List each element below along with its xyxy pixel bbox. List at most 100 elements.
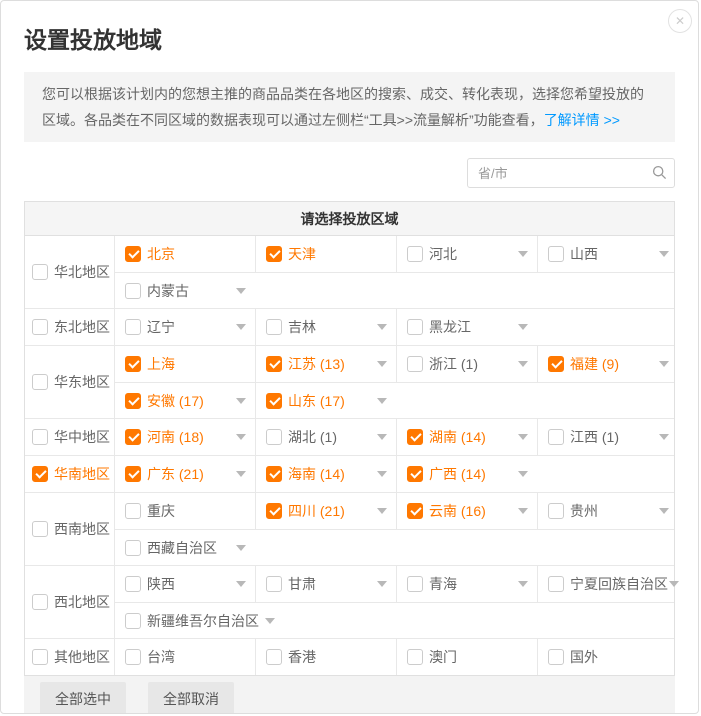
province-cell[interactable]: 澳门 (397, 639, 538, 675)
dropdown-arrow-icon[interactable] (518, 508, 528, 514)
province-cell[interactable]: 香港 (256, 639, 397, 675)
province-cell[interactable]: 新疆维吾尔自治区 (115, 603, 674, 638)
province-checkbox[interactable] (125, 319, 141, 335)
province-label[interactable]: 北京 (147, 244, 230, 264)
province-checkbox[interactable] (125, 246, 141, 262)
close-icon[interactable]: ✕ (668, 9, 692, 33)
dropdown-arrow-icon[interactable] (659, 434, 669, 440)
province-label[interactable]: 国外 (570, 647, 653, 667)
province-cell[interactable]: 海南 (14) (256, 456, 397, 492)
province-checkbox[interactable] (548, 246, 564, 262)
province-label[interactable]: 吉林 (288, 317, 371, 337)
province-checkbox[interactable] (266, 393, 282, 409)
province-cell[interactable]: 江苏 (13) (256, 346, 397, 382)
province-checkbox[interactable] (407, 466, 423, 482)
province-checkbox[interactable] (266, 246, 282, 262)
province-checkbox[interactable] (266, 576, 282, 592)
province-label[interactable]: 福建 (9) (570, 354, 653, 374)
province-cell[interactable]: 重庆 (115, 493, 256, 529)
dropdown-arrow-icon[interactable] (265, 618, 275, 624)
region-cell[interactable]: 华南地区 (25, 456, 115, 492)
province-label[interactable]: 台湾 (147, 647, 230, 667)
dropdown-arrow-icon[interactable] (377, 581, 387, 587)
province-checkbox[interactable] (125, 393, 141, 409)
province-cell[interactable]: 国外 (538, 639, 679, 675)
region-cell[interactable]: 西南地区 (25, 493, 115, 565)
dropdown-arrow-icon[interactable] (236, 288, 246, 294)
province-cell[interactable]: 吉林 (256, 309, 397, 345)
province-label[interactable]: 重庆 (147, 501, 230, 521)
province-cell[interactable]: 山东 (17) (256, 383, 674, 418)
province-cell[interactable]: 辽宁 (115, 309, 256, 345)
province-checkbox[interactable] (266, 466, 282, 482)
province-checkbox[interactable] (407, 576, 423, 592)
dropdown-arrow-icon[interactable] (518, 324, 528, 330)
deselect-all-button[interactable]: 全部取消 (148, 682, 234, 714)
province-cell[interactable]: 湖南 (14) (397, 419, 538, 455)
province-checkbox[interactable] (125, 576, 141, 592)
region-label[interactable]: 西南地区 (54, 519, 110, 539)
province-checkbox[interactable] (125, 540, 141, 556)
province-label[interactable]: 四川 (21) (288, 501, 371, 521)
dropdown-arrow-icon[interactable] (377, 324, 387, 330)
province-label[interactable]: 陕西 (147, 574, 230, 594)
province-checkbox[interactable] (407, 319, 423, 335)
province-checkbox[interactable] (125, 613, 141, 629)
province-label[interactable]: 内蒙古 (147, 281, 230, 301)
region-checkbox[interactable] (32, 264, 48, 280)
province-label[interactable]: 澳门 (429, 647, 512, 667)
province-label[interactable]: 宁夏回族自治区 (570, 574, 663, 594)
province-label[interactable]: 湖北 (1) (288, 427, 371, 447)
province-cell[interactable]: 四川 (21) (256, 493, 397, 529)
province-checkbox[interactable] (266, 356, 282, 372)
province-cell[interactable]: 台湾 (115, 639, 256, 675)
dropdown-arrow-icon[interactable] (659, 361, 669, 367)
region-checkbox[interactable] (32, 429, 48, 445)
province-label[interactable]: 海南 (14) (288, 464, 371, 484)
province-checkbox[interactable] (407, 246, 423, 262)
select-all-button[interactable]: 全部选中 (40, 682, 126, 714)
details-link[interactable]: 了解详情 >> (544, 112, 620, 128)
dropdown-arrow-icon[interactable] (518, 361, 528, 367)
province-cell[interactable]: 宁夏回族自治区 (538, 566, 679, 602)
province-checkbox[interactable] (407, 429, 423, 445)
province-cell[interactable]: 甘肃 (256, 566, 397, 602)
province-cell[interactable]: 青海 (397, 566, 538, 602)
province-label[interactable]: 广东 (21) (147, 464, 230, 484)
region-cell[interactable]: 西北地区 (25, 566, 115, 638)
province-checkbox[interactable] (407, 503, 423, 519)
dropdown-arrow-icon[interactable] (518, 434, 528, 440)
province-label[interactable]: 上海 (147, 354, 230, 374)
province-label[interactable]: 贵州 (570, 501, 653, 521)
province-checkbox[interactable] (548, 649, 564, 665)
province-cell[interactable]: 贵州 (538, 493, 679, 529)
province-label[interactable]: 天津 (288, 244, 371, 264)
dropdown-arrow-icon[interactable] (659, 251, 669, 257)
dropdown-arrow-icon[interactable] (518, 251, 528, 257)
province-checkbox[interactable] (125, 466, 141, 482)
province-checkbox[interactable] (266, 503, 282, 519)
province-checkbox[interactable] (266, 649, 282, 665)
region-checkbox[interactable] (32, 374, 48, 390)
dropdown-arrow-icon[interactable] (236, 471, 246, 477)
province-cell[interactable]: 河北 (397, 236, 538, 272)
province-cell[interactable]: 河南 (18) (115, 419, 256, 455)
province-label[interactable]: 河北 (429, 244, 512, 264)
province-cell[interactable]: 广西 (14) (397, 456, 674, 492)
dropdown-arrow-icon[interactable] (377, 434, 387, 440)
dropdown-arrow-icon[interactable] (236, 398, 246, 404)
province-cell[interactable]: 安徽 (17) (115, 383, 256, 418)
region-label[interactable]: 东北地区 (54, 317, 110, 337)
region-label[interactable]: 西北地区 (54, 592, 110, 612)
dropdown-arrow-icon[interactable] (377, 508, 387, 514)
province-label[interactable]: 山西 (570, 244, 653, 264)
province-cell[interactable]: 陕西 (115, 566, 256, 602)
dropdown-arrow-icon[interactable] (518, 581, 528, 587)
province-checkbox[interactable] (125, 283, 141, 299)
dropdown-arrow-icon[interactable] (377, 361, 387, 367)
province-label[interactable]: 香港 (288, 647, 371, 667)
province-label[interactable]: 浙江 (1) (429, 354, 512, 374)
province-label[interactable]: 甘肃 (288, 574, 371, 594)
province-label[interactable]: 新疆维吾尔自治区 (147, 611, 259, 631)
province-label[interactable]: 广西 (14) (429, 464, 512, 484)
